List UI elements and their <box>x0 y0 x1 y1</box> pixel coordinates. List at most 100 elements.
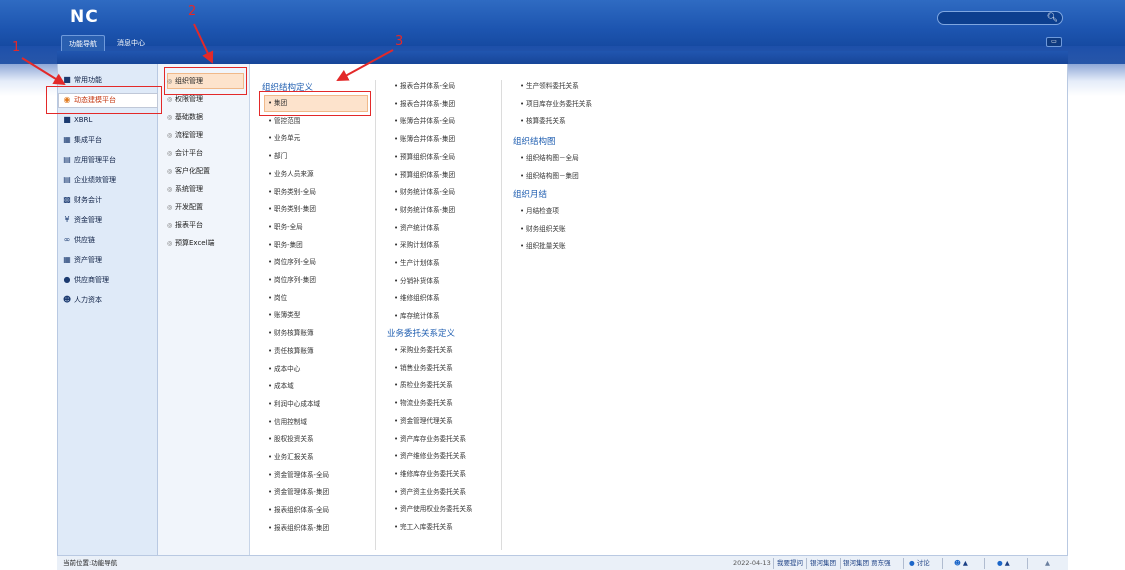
delegation-link[interactable]: • 资产使用权业务委托关系 <box>394 503 473 515</box>
subnav-item-org[interactable]: ◎ 组织管理 <box>167 74 203 88</box>
hierarchy-link[interactable]: • 生产计划体系 <box>394 257 440 269</box>
delegation-link[interactable]: • 维修库存业务委托关系 <box>394 468 466 480</box>
org-chart-link[interactable]: • 组织结构图－全局 <box>520 152 579 164</box>
chevron-up-icon[interactable]: ▲ <box>1045 556 1050 570</box>
month-end-link[interactable]: • 组织批量关账 <box>520 240 566 252</box>
hierarchy-link[interactable]: • 采购计划体系 <box>394 239 440 251</box>
sidebar-item-dynamic-modeling[interactable]: ◉ 动态建模平台 <box>62 93 117 107</box>
delegation-link[interactable]: • 资金管理代理关系 <box>394 415 453 427</box>
sidebar-item-treasury[interactable]: ¥ 资金管理 <box>62 213 102 227</box>
org-structure-link[interactable]: • 职务-集团 <box>268 239 303 251</box>
link-label: 完工入库委托关系 <box>400 523 453 531</box>
group-link[interactable]: 银河集团 <box>810 556 836 570</box>
delegation-link[interactable]: • 质检业务委托关系 <box>394 379 453 391</box>
delegation-link[interactable]: • 完工入库委托关系 <box>394 521 453 533</box>
hierarchy-link[interactable]: • 维修组织体系 <box>394 292 440 304</box>
org-structure-link[interactable]: • 成本域 <box>268 380 294 392</box>
discuss-button[interactable]: ● 讨论 <box>909 556 930 570</box>
sidebar-item-supply-chain[interactable]: ∞ 供应链 <box>62 233 95 247</box>
hierarchy-link[interactable]: • 预算组织体系-全局 <box>394 151 455 163</box>
org-structure-link[interactable]: • 职务类别-全局 <box>268 186 316 198</box>
org-structure-link[interactable]: • 业务单元 <box>268 132 300 144</box>
sidebar-item-integration[interactable]: ▦ 集成平台 <box>62 133 102 147</box>
subnav-item-accounting[interactable]: ◎ 会计平台 <box>167 146 203 160</box>
org-structure-link[interactable]: • 利润中心成本域 <box>268 398 320 410</box>
link-label: 岗位序列-集团 <box>274 276 316 284</box>
hierarchy-link[interactable]: • 库存统计体系 <box>394 310 440 322</box>
restore-icon[interactable]: ▭ <box>1046 37 1062 47</box>
delegation-extra-link[interactable]: • 生产领料委托关系 <box>520 80 579 92</box>
hierarchy-link[interactable]: • 账簿合并体系-全局 <box>394 115 455 127</box>
org-structure-link[interactable]: • 部门 <box>268 150 287 162</box>
column-divider <box>501 80 502 550</box>
subnav-item-custom[interactable]: ◎ 客户化配置 <box>167 164 210 178</box>
hierarchy-link[interactable]: • 分销补货体系 <box>394 275 440 287</box>
month-end-link[interactable]: • 月结检查项 <box>520 205 559 217</box>
link-label: 组织结构图－全局 <box>526 154 579 162</box>
tab-function-nav[interactable]: 功能导航 <box>61 35 105 51</box>
subnav-item-system[interactable]: ◎ 系统管理 <box>167 182 203 196</box>
delegation-extra-link[interactable]: • 核算委托关系 <box>520 115 566 127</box>
hierarchy-link[interactable]: • 财务统计体系-集团 <box>394 204 455 216</box>
org-structure-link[interactable]: • 账簿类型 <box>268 309 300 321</box>
global-search[interactable]: 🔍︎ <box>937 11 1063 25</box>
hierarchy-link[interactable]: • 账簿合并体系-集团 <box>394 133 455 145</box>
subnav-item-process[interactable]: ◎ 流程管理 <box>167 128 203 142</box>
org-structure-link[interactable]: • 业务人员来源 <box>268 168 314 180</box>
org-structure-link[interactable]: • 资金管理体系-全局 <box>268 469 329 481</box>
org-structure-link[interactable]: • 岗位序列-全局 <box>268 256 316 268</box>
org-structure-link[interactable]: • 集团 <box>268 97 287 109</box>
delegation-link[interactable]: • 销售业务委托关系 <box>394 362 453 374</box>
hierarchy-link[interactable]: • 财务统计体系-全局 <box>394 186 455 198</box>
org-structure-link[interactable]: • 股权投资关系 <box>268 433 314 445</box>
tab-message-center[interactable]: 消息中心 <box>109 35 153 51</box>
org-structure-link[interactable]: • 岗位序列-集团 <box>268 274 316 286</box>
sidebar-item-performance[interactable]: ▤ 企业绩效管理 <box>62 173 116 187</box>
link-label: 财务核算账簿 <box>274 329 314 338</box>
org-structure-link[interactable]: • 管控范围 <box>268 115 300 127</box>
ask-question-link[interactable]: 我要提问 <box>777 556 803 570</box>
hierarchy-link[interactable]: • 报表合并体系-集团 <box>394 98 455 110</box>
sidebar-item-hr[interactable]: ☻ 人力资本 <box>62 293 102 307</box>
sidebar-item-finance[interactable]: ▩ 财务会计 <box>62 193 102 207</box>
org-structure-link[interactable]: • 职务类别-集团 <box>268 203 316 215</box>
sidebar-item-asset[interactable]: ▦ 资产管理 <box>62 253 102 267</box>
help-menu-button[interactable]: ● ▲ <box>997 556 1010 570</box>
search-icon[interactable]: 🔍︎ <box>1047 13 1058 23</box>
org-structure-link[interactable]: • 财务核算账簿 <box>268 327 314 339</box>
delegation-link[interactable]: • 物流业务委托关系 <box>394 397 453 409</box>
org-structure-link[interactable]: • 报表组织体系-集团 <box>268 522 329 534</box>
org-structure-link[interactable]: • 资金管理体系-集团 <box>268 486 329 498</box>
delegation-link[interactable]: • 采购业务委托关系 <box>394 344 453 356</box>
hierarchy-link[interactable]: • 报表合并体系-全局 <box>394 80 455 92</box>
user-menu-button[interactable]: ☻ ▲ <box>954 556 968 570</box>
subnav-item-basedata[interactable]: ◎ 基础数据 <box>167 110 203 124</box>
org-structure-link[interactable]: • 职务-全局 <box>268 221 303 233</box>
org-structure-link[interactable]: • 业务汇报关系 <box>268 451 314 463</box>
sidebar-item-supplier[interactable]: ● 供应商管理 <box>62 273 110 287</box>
org-structure-link[interactable]: • 成本中心 <box>268 363 300 375</box>
hierarchy-link[interactable]: • 资产统计体系 <box>394 222 440 234</box>
sidebar-item-favorites[interactable]: ■ 常用功能 <box>62 73 102 87</box>
org-structure-link[interactable]: • 岗位 <box>268 292 287 304</box>
subnav-item-report[interactable]: ◎ 报表平台 <box>167 218 203 232</box>
subnav-item-budget-excel[interactable]: ◎ 预算Excel端 <box>167 236 215 250</box>
sidebar-item-app-management[interactable]: ▤ 应用管理平台 <box>62 153 116 167</box>
integration-icon: ▦ <box>63 135 71 144</box>
org-structure-link[interactable]: • 报表组织体系-全局 <box>268 504 329 516</box>
delegation-link[interactable]: • 资产资主业务委托关系 <box>394 486 466 498</box>
delegation-extra-link[interactable]: • 项目库存业务委托关系 <box>520 98 592 110</box>
subnav-item-dev[interactable]: ◎ 开发配置 <box>167 200 203 214</box>
subnav-item-permission[interactable]: ◎ 权限管理 <box>167 92 203 106</box>
month-end-link[interactable]: • 财务组织关账 <box>520 223 566 235</box>
delegation-link[interactable]: • 资产库存业务委托关系 <box>394 433 466 445</box>
org-structure-link[interactable]: • 信用控制域 <box>268 416 307 428</box>
user-group-link[interactable]: 银河集团 贾东强 <box>843 556 891 570</box>
search-input[interactable] <box>946 13 1046 23</box>
org-structure-link[interactable]: • 责任核算账簿 <box>268 345 314 357</box>
sidebar-item-xbrl[interactable]: ■ XBRL <box>62 113 92 127</box>
org-chart-link[interactable]: • 组织结构图－集团 <box>520 170 579 182</box>
annotation-number-3: 3 <box>395 34 404 49</box>
hierarchy-link[interactable]: • 预算组织体系-集团 <box>394 169 455 181</box>
delegation-link[interactable]: • 资产维修业务委托关系 <box>394 450 466 462</box>
